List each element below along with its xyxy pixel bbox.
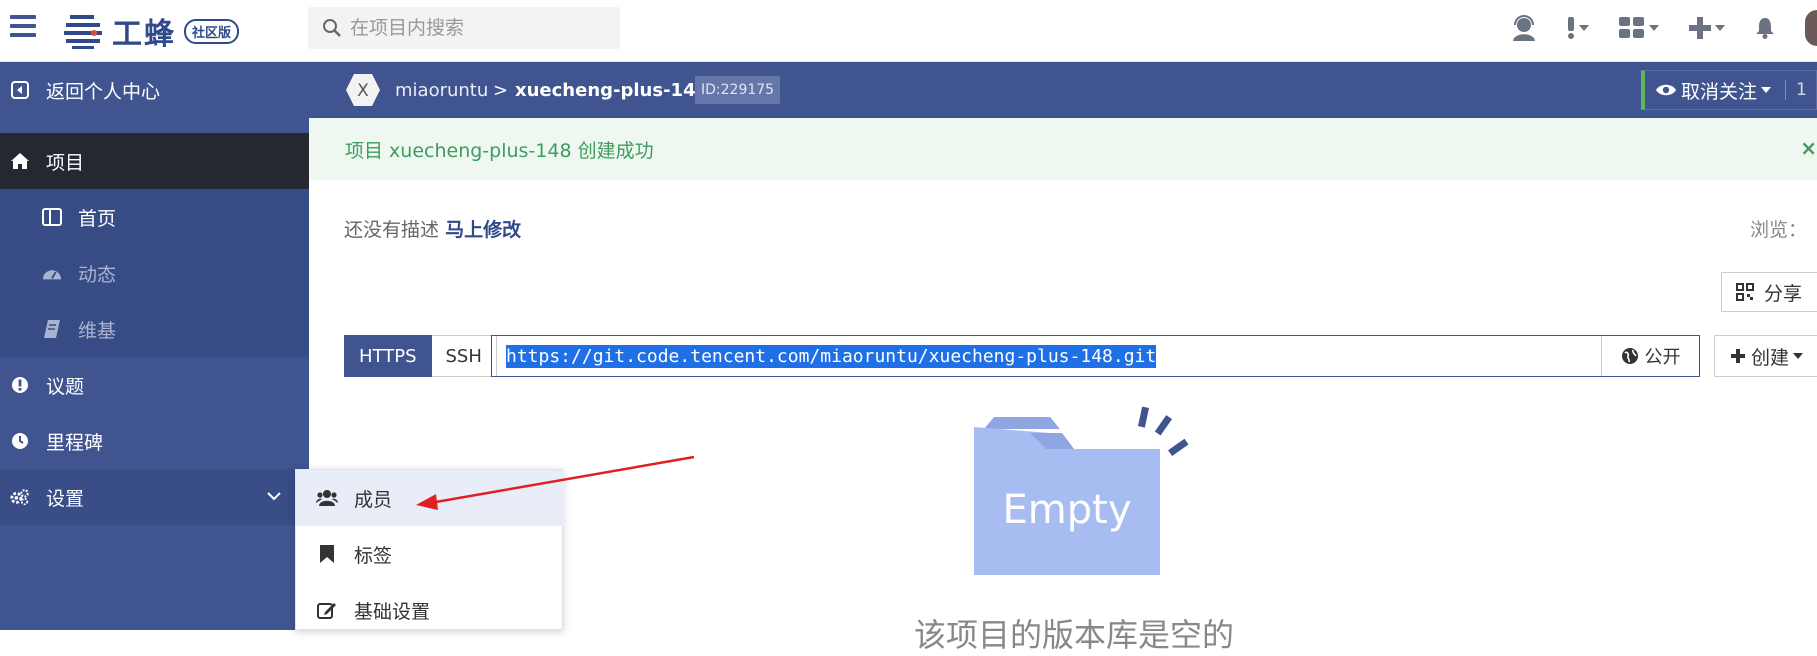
sidebar-item-label: 里程碑 [46, 431, 104, 454]
sidebar-item-project[interactable]: 项目 [0, 133, 309, 189]
bookmark-icon [316, 545, 338, 563]
search-input[interactable] [350, 17, 610, 39]
project-description: 还没有描述 马上修改 [344, 215, 521, 242]
project-initial: X [357, 81, 369, 101]
columns-icon [42, 207, 62, 227]
breadcrumb-project[interactable]: xuecheng-plus-148 [515, 62, 708, 118]
chevron-down-icon [1793, 353, 1804, 359]
empty-folder-illustration: Empty [974, 406, 1189, 575]
sidebar-item-wiki[interactable]: 维基 [0, 301, 309, 357]
user-support-icon[interactable] [1511, 15, 1537, 41]
clone-url-text[interactable]: https://git.code.tencent.com/miaoruntu/x… [506, 344, 1157, 368]
ssh-button[interactable]: SSH [431, 335, 497, 377]
avatar[interactable] [1805, 10, 1817, 46]
home-icon [10, 151, 30, 171]
visibility-label: 公开 [1644, 347, 1681, 368]
apps-grid-icon[interactable] [1619, 17, 1659, 39]
empty-repo-caption: 该项目的版本库是空的 [914, 616, 1235, 654]
users-icon [316, 489, 338, 507]
clone-protocol-group: HTTPS SSH [344, 335, 497, 377]
sidebar-item-back[interactable]: 返回个人中心 [0, 62, 309, 118]
search-box[interactable] [308, 7, 620, 49]
sidebar-item-settings[interactable]: 设置 [0, 469, 309, 525]
logo-text: 工蜂 [112, 17, 176, 52]
breadcrumb-separator: > [493, 79, 509, 101]
chevron-down-icon [1579, 25, 1589, 31]
plus-icon [1731, 349, 1745, 363]
chevron-down-icon [1649, 25, 1659, 31]
description-text: 还没有描述 [344, 219, 440, 241]
create-label: 创建 [1751, 346, 1790, 369]
sidebar-item-home[interactable]: 首页 [0, 189, 309, 245]
gears-icon [10, 487, 30, 507]
bee-logo-icon [64, 15, 102, 49]
views-label: 浏览： [1750, 219, 1808, 241]
exclamation-icon[interactable] [1567, 17, 1589, 39]
chevron-down-icon [267, 492, 281, 501]
plus-icon[interactable] [1689, 17, 1725, 39]
sidebar-item-issues[interactable]: 议题 [0, 357, 309, 413]
sidebar-item-label: 首页 [78, 207, 117, 230]
back-square-icon [10, 80, 30, 100]
sidebar-item-label: 项目 [46, 151, 85, 174]
edition-badge: 社区版 [184, 18, 240, 44]
visibility-indicator: 公开 [1601, 336, 1699, 376]
qrcode-icon [1736, 283, 1754, 301]
book-icon [42, 319, 62, 339]
project-id-badge: ID:229175 [695, 76, 781, 104]
breadcrumb-owner[interactable]: miaoruntu [395, 62, 488, 118]
edit-description-link[interactable]: 马上修改 [445, 219, 521, 241]
eye-icon [1656, 84, 1676, 96]
alert-message: 项目 xuecheng-plus-148 创建成功 [345, 139, 654, 162]
watch-count: 1 [1785, 80, 1807, 100]
sidebar-item-milestones[interactable]: 里程碑 [0, 413, 309, 469]
share-button[interactable]: 分享 [1721, 272, 1817, 312]
settings-dropdown-menu: 成员 标签 基础设置 [295, 469, 564, 630]
search-icon [323, 19, 341, 37]
sidebar-item-label: 议题 [46, 375, 85, 398]
menu-item-label: 基础设置 [354, 600, 431, 623]
share-label: 分享 [1764, 282, 1803, 305]
globe-icon [1621, 348, 1638, 364]
menu-item-label: 标签 [354, 544, 393, 567]
sidebar-item-label: 维基 [78, 319, 117, 342]
bell-icon[interactable] [1755, 17, 1775, 39]
hamburger-menu-icon[interactable] [10, 15, 36, 39]
chevron-down-icon [1715, 25, 1725, 31]
sidebar-item-activity[interactable]: 动态 [0, 245, 309, 301]
sidebar: 返回个人中心 项目 首页 动态 维基 议题 里程碑 设置 [0, 62, 309, 630]
menu-item-labels[interactable]: 标签 [296, 526, 564, 582]
chevron-down-icon [1761, 87, 1772, 93]
dashboard-gauge-icon [42, 263, 62, 283]
exclamation-circle-icon [10, 375, 30, 395]
sidebar-item-label: 设置 [46, 487, 85, 510]
close-icon[interactable]: × [1800, 136, 1817, 160]
project-header: X miaoruntu > xuecheng-plus-148 ID:22917… [309, 62, 1817, 118]
menu-item-label: 成员 [354, 488, 393, 511]
success-alert: 项目 xuecheng-plus-148 创建成功 × [309, 118, 1817, 180]
clone-url-field[interactable]: https://git.code.tencent.com/miaoruntu/x… [491, 335, 1700, 377]
clock-icon [10, 431, 30, 451]
top-navbar: 工蜂 社区版 [0, 0, 1817, 62]
menu-item-members[interactable]: 成员 [296, 470, 564, 526]
sidebar-item-label: 返回个人中心 [46, 80, 161, 103]
top-actions [1511, 0, 1817, 56]
create-button[interactable]: 创建 [1714, 335, 1817, 377]
sidebar-item-label: 动态 [78, 263, 117, 286]
project-avatar[interactable]: X [345, 72, 381, 108]
edit-icon [316, 601, 338, 619]
unwatch-button[interactable]: 取消关注 1 [1641, 70, 1817, 110]
unwatch-label: 取消关注 [1681, 80, 1758, 103]
https-button[interactable]: HTTPS [344, 335, 432, 377]
empty-illustration-text: Empty [1003, 487, 1132, 533]
logo[interactable]: 工蜂 社区版 [64, 8, 240, 54]
